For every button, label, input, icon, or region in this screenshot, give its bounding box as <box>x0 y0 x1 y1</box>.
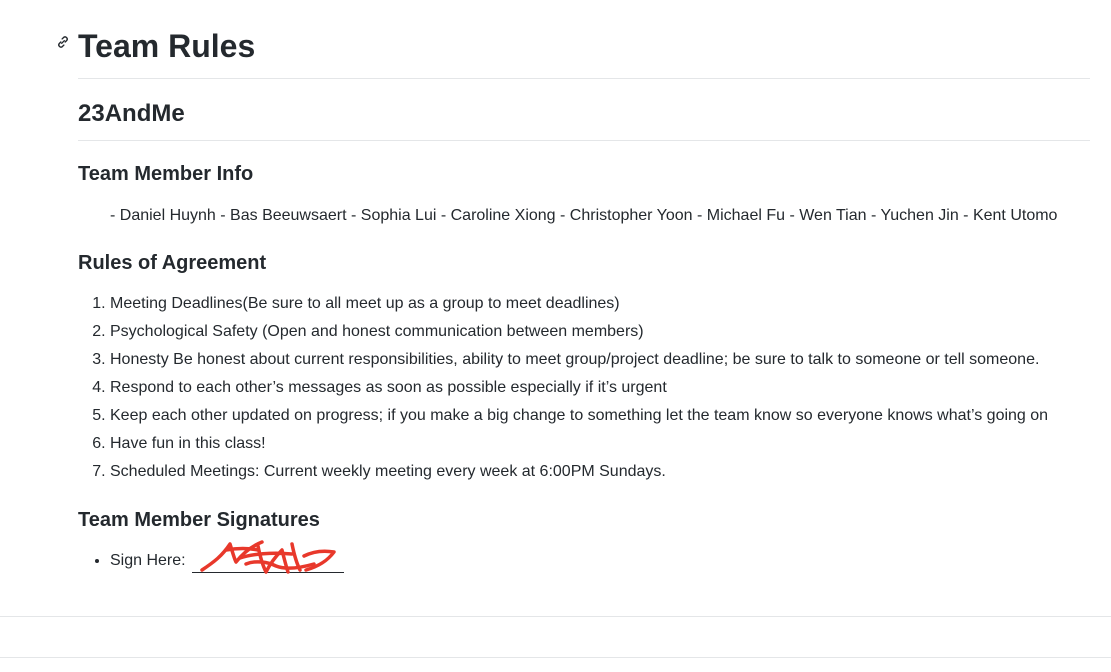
sign-here-label: Sign Here: <box>110 552 186 569</box>
rule-item: Scheduled Meetings: Current weekly meeti… <box>110 461 1100 489</box>
rule-item: Meeting Deadlines(Be sure to all meet up… <box>110 293 1100 321</box>
signatures-list: Sign Here: <box>78 540 345 574</box>
rule-item: Keep each other updated on progress; if … <box>110 405 1100 433</box>
rules-list: Meeting Deadlines(Be sure to all meet up… <box>78 293 1100 489</box>
rule-item: Have fun in this class! <box>110 433 1100 461</box>
rule-item: Respond to each other’s messages as soon… <box>110 377 1100 405</box>
signature-item: Sign Here: <box>110 540 345 574</box>
section-divider <box>0 616 1111 617</box>
rule-item: Psychological Safety (Open and honest co… <box>110 321 1100 349</box>
page-title: Team Rules <box>78 28 256 64</box>
handwritten-signature <box>200 540 336 574</box>
title-section: Team Rules <box>58 0 1090 79</box>
subtitle-section: 23AndMe <box>78 79 1090 141</box>
link-icon[interactable] <box>56 33 74 51</box>
team-name-heading: 23AndMe <box>78 100 185 127</box>
signatures-heading: Team Member Signatures <box>78 509 320 531</box>
rules-heading: Rules of Agreement <box>78 252 267 274</box>
signature-line[interactable] <box>192 540 345 574</box>
team-info-heading: Team Member Info <box>78 163 254 185</box>
team-members-line: - Daniel Huynh - Bas Beeuwsaert - Sophia… <box>110 207 1058 224</box>
section-divider <box>0 657 1111 658</box>
markdown-document: Team Rules 23AndMe Team Member Info - Da… <box>58 0 1090 574</box>
rule-item: Honesty Be honest about current responsi… <box>110 349 1100 377</box>
